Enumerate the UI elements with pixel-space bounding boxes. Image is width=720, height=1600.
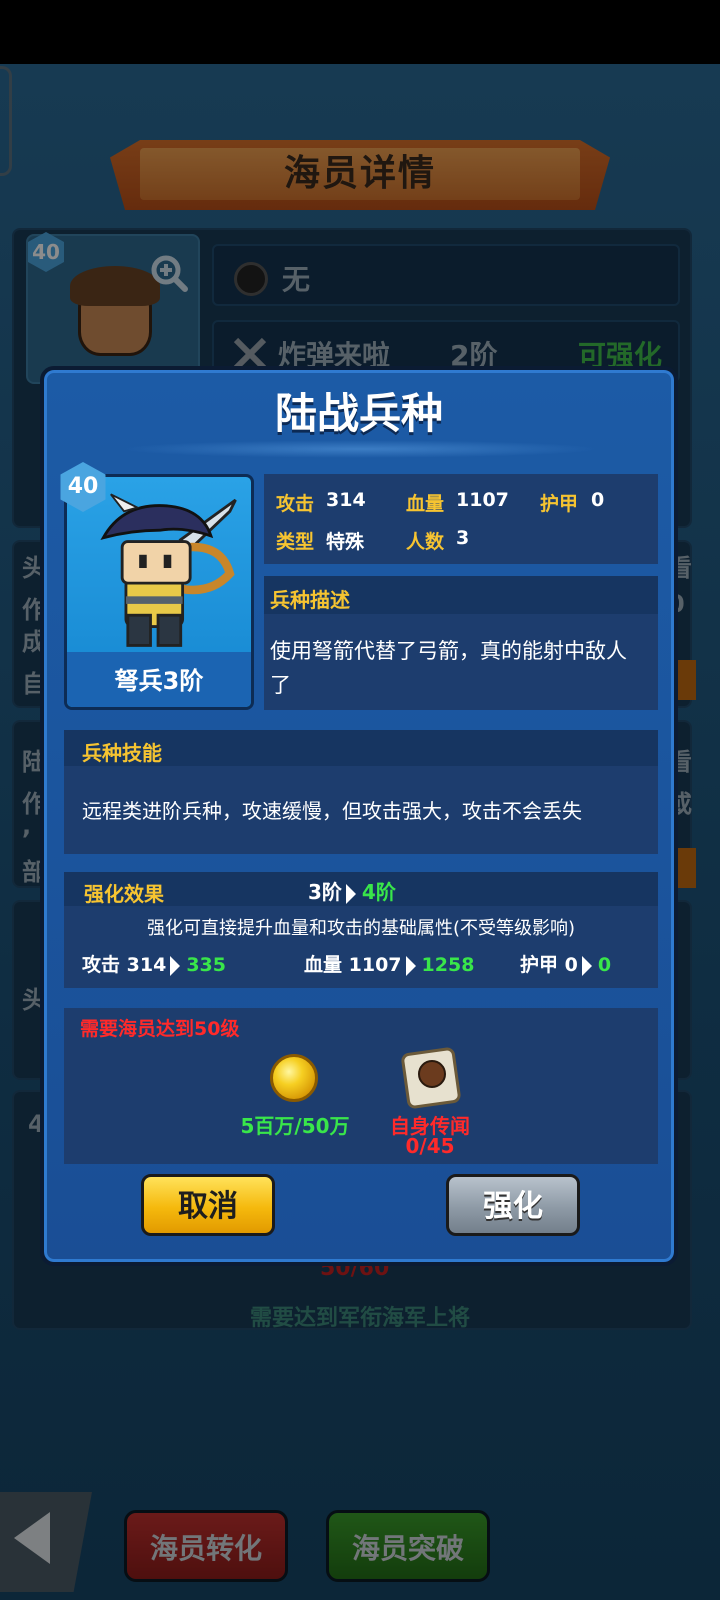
zoom-icon[interactable] [150, 254, 188, 292]
description-text: 使用弩箭代替了弓箭，真的能射中敌人了 [270, 639, 627, 697]
upgrade-hp: 血量 1107 1258 [304, 954, 475, 976]
description-header: 兵种描述 [270, 588, 350, 612]
arrow-right-icon [405, 955, 416, 976]
count-value: 3 [456, 527, 470, 549]
arrow-right-icon [170, 955, 181, 976]
crossbowman-portrait [100, 493, 237, 647]
arrow-right-icon [345, 883, 356, 904]
upgrade-attack: 攻击 314 335 [82, 954, 226, 976]
arrow-right-icon [581, 955, 592, 976]
hp-value: 1107 [456, 489, 509, 511]
requirement-text: 需要海员达到50级 [80, 1018, 240, 1040]
skill-text: 远程类进阶兵种，攻速缓慢，但攻击强大，攻击不会丢失 [82, 799, 582, 823]
upgrade-button[interactable]: 强化 [446, 1174, 580, 1236]
cancel-button[interactable]: 取消 [141, 1174, 275, 1236]
upgrade-header: 强化效果 [84, 882, 164, 906]
status-bar [0, 0, 720, 64]
page-title: 海员详情 [283, 153, 436, 194]
breakthrough-button[interactable]: 海员突破 [326, 1510, 490, 1582]
armor-label: 护甲 [540, 493, 579, 515]
upgrade-note: 强化可直接提升血量和攻击的基础属性(不受等级影响) [146, 918, 576, 939]
from-stage: 3阶 [308, 880, 342, 904]
stage-change: 3阶 4阶 [308, 876, 396, 905]
hp-label: 血量 [406, 493, 445, 515]
transform-sailor-button[interactable]: 海员转化 [124, 1510, 288, 1582]
type-value: 特殊 [326, 531, 365, 553]
gold-coin-icon [270, 1054, 318, 1102]
armor-value: 0 [591, 489, 605, 511]
attack-value: 314 [326, 489, 366, 511]
gold-cost: 5百万/50万 [240, 1114, 350, 1138]
unit-name: 弩兵3阶 [114, 667, 204, 695]
attack-label: 攻击 [276, 493, 315, 515]
to-stage: 4阶 [361, 880, 396, 904]
rumor-count: 0/45 [405, 1134, 455, 1158]
rank-requirement: 需要达到军衔海军上将 [249, 1306, 470, 1331]
upgrade-armor: 护甲 00 [520, 954, 612, 976]
bomb-icon [234, 262, 268, 296]
unit-stats-panel [264, 474, 658, 564]
type-label: 类型 [276, 531, 315, 553]
left-edge-tab [0, 66, 12, 176]
skill-header: 兵种技能 [82, 741, 162, 765]
count-label: 人数 [406, 531, 445, 553]
back-arrow-icon [14, 1512, 50, 1564]
modal-title: 陆战兵种 [274, 389, 443, 438]
